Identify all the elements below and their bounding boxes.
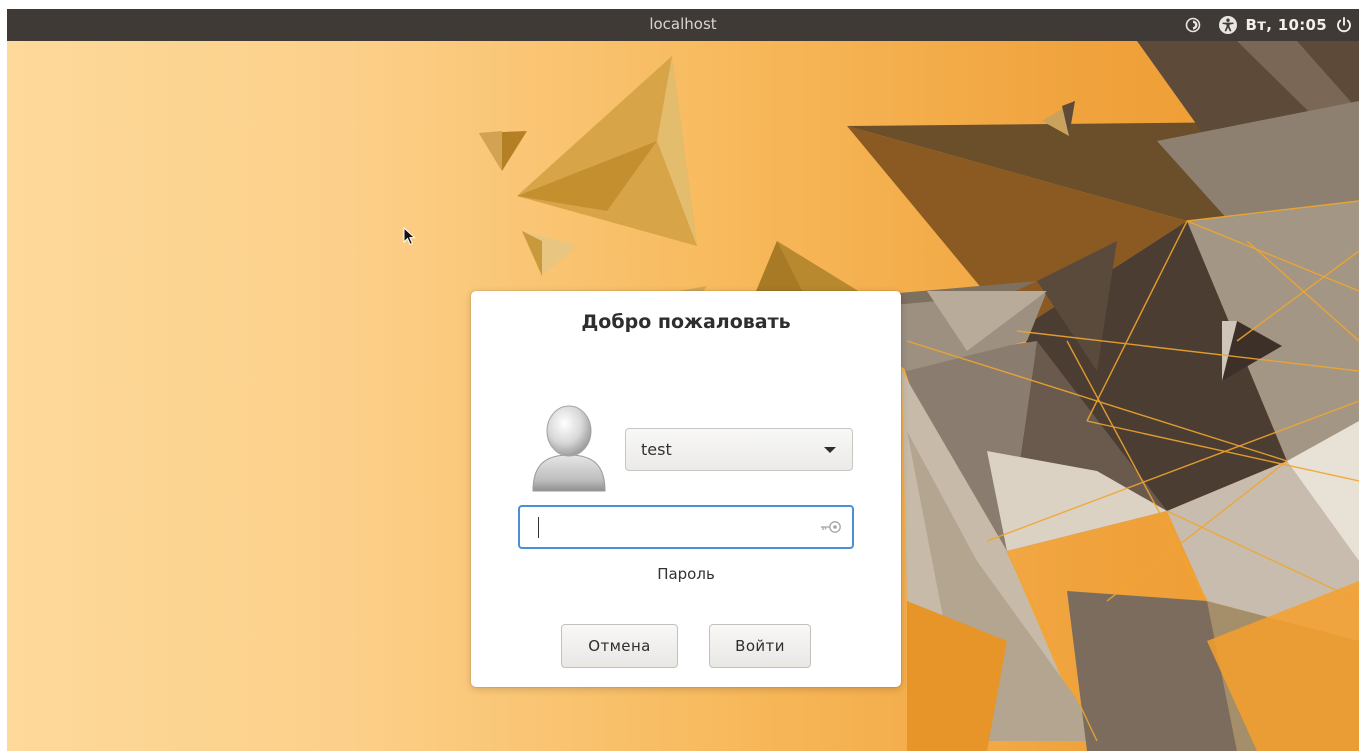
chevron-down-icon (824, 447, 836, 453)
key-icon (820, 519, 842, 538)
selected-user-label: test (641, 440, 672, 459)
login-dialog: Добро пожаловать test Пароль Отмена Войт… (471, 291, 901, 687)
user-avatar-icon (529, 399, 609, 495)
password-field-container[interactable] (518, 505, 854, 549)
screen: localhost Вт, 10:05 Добро пожаловать tes… (7, 9, 1359, 751)
display-icon[interactable] (1184, 16, 1202, 34)
accessibility-icon[interactable] (1218, 15, 1238, 35)
power-icon[interactable] (1335, 16, 1353, 34)
mouse-cursor-icon (403, 226, 417, 251)
top-bar: localhost Вт, 10:05 (7, 9, 1359, 41)
password-input[interactable] (530, 513, 804, 543)
cancel-button[interactable]: Отмена (561, 624, 678, 668)
clock-label[interactable]: Вт, 10:05 (1246, 16, 1328, 34)
password-label: Пароль (657, 565, 715, 583)
hostname-label: localhost (649, 15, 717, 33)
text-caret (538, 517, 539, 538)
top-bar-status-area: Вт, 10:05 (1184, 9, 1354, 41)
dialog-title: Добро пожаловать (581, 311, 791, 333)
user-select-dropdown[interactable]: test (625, 428, 853, 471)
login-button[interactable]: Войти (709, 624, 811, 668)
